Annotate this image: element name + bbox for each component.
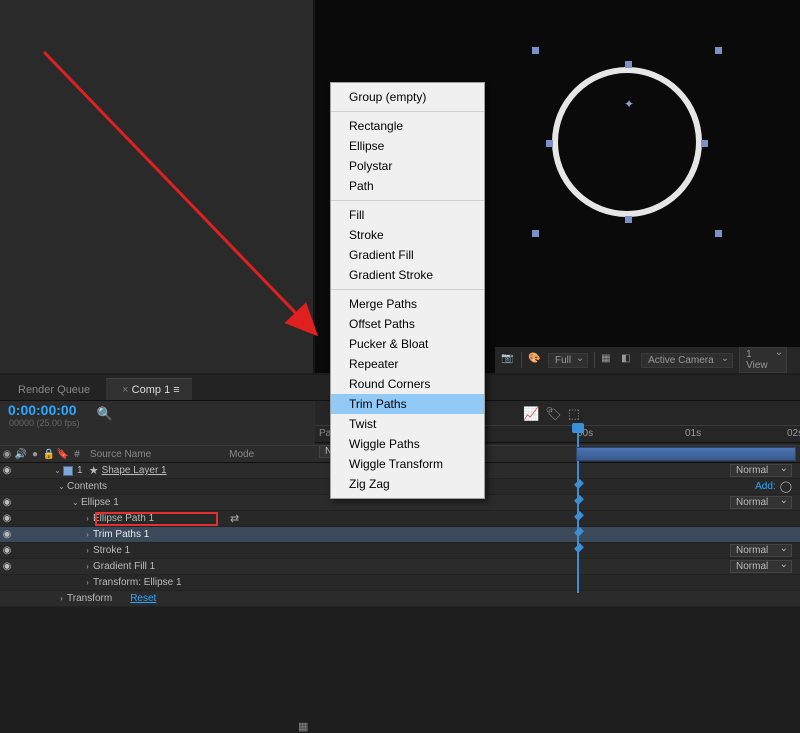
tab-render-queue[interactable]: Render Queue bbox=[6, 378, 102, 400]
layer-row-ellipse-path-1[interactable]: ◉› Ellipse Path 1 ⇄ bbox=[0, 511, 800, 527]
marker-icon[interactable]: ⬚ bbox=[568, 406, 580, 422]
audio-col-icon[interactable]: 🔊 bbox=[14, 449, 28, 460]
timecode-framerate: 00000 (25.00 fps) bbox=[0, 418, 85, 428]
menu-item-twist[interactable]: Twist bbox=[331, 414, 484, 434]
menu-item-round-corners[interactable]: Round Corners bbox=[331, 374, 484, 394]
menu-item-ellipse[interactable]: Ellipse bbox=[331, 136, 484, 156]
menu-item-gradient-fill[interactable]: Gradient Fill bbox=[331, 245, 484, 265]
grid-icon[interactable]: ▦ bbox=[601, 353, 615, 367]
layer-row-trim-paths-1[interactable]: ◉› Trim Paths 1 bbox=[0, 527, 800, 543]
menu-item-zig-zag[interactable]: Zig Zag bbox=[331, 474, 484, 494]
tab-comp-1[interactable]: × Comp 1 ≡ bbox=[106, 378, 192, 400]
menu-item-path[interactable]: Path bbox=[331, 176, 484, 196]
blend-mode-dropdown[interactable]: Normal bbox=[730, 464, 792, 477]
blend-mode-dropdown[interactable]: Normal bbox=[730, 544, 792, 557]
layer-row-gradient-fill-1[interactable]: ◉› Gradient Fill 1 Normal bbox=[0, 559, 800, 575]
draft-3d-icon[interactable]: 🏷 bbox=[545, 406, 562, 422]
graph-editor-icon[interactable]: 📈 bbox=[523, 406, 539, 422]
menu-item-merge-paths[interactable]: Merge Paths bbox=[331, 294, 484, 314]
menu-item-pucker-bloat[interactable]: Pucker & Bloat bbox=[331, 334, 484, 354]
menu-item-gradient-stroke[interactable]: Gradient Stroke bbox=[331, 265, 484, 285]
camera-dropdown[interactable]: Active Camera bbox=[641, 353, 733, 368]
add-shape-context-menu: Group (empty) Rectangle Ellipse Polystar… bbox=[330, 82, 485, 499]
color-manage-icon[interactable]: 🎨 bbox=[528, 353, 542, 367]
layer-row-transform-ellipse-1[interactable]: › Transform: Ellipse 1 bbox=[0, 575, 800, 591]
resolution-dropdown[interactable]: Full bbox=[548, 353, 588, 368]
layer-row-transform[interactable]: › Transform Reset bbox=[0, 591, 800, 607]
column-header-mode[interactable]: Mode bbox=[223, 449, 254, 460]
label-col-icon[interactable]: 🔖 bbox=[56, 449, 70, 460]
composition-panel[interactable]: ▦ bbox=[0, 0, 315, 373]
lock-col-icon[interactable]: 🔒 bbox=[42, 449, 56, 460]
layer-color-label[interactable] bbox=[63, 466, 73, 476]
menu-item-stroke[interactable]: Stroke bbox=[331, 225, 484, 245]
menu-item-group[interactable]: Group (empty) bbox=[331, 87, 484, 107]
layer-row-stroke-1[interactable]: ◉› Stroke 1 Normal bbox=[0, 543, 800, 559]
layer-track-bar[interactable] bbox=[576, 447, 796, 461]
view-count-dropdown[interactable]: 1 View bbox=[739, 347, 787, 373]
ellipse-shape[interactable]: ✦ bbox=[552, 67, 702, 217]
search-icon[interactable]: 🔍 bbox=[97, 406, 113, 422]
menu-item-rectangle[interactable]: Rectangle bbox=[331, 116, 484, 136]
path-direction-icon[interactable]: ⇄ bbox=[230, 512, 239, 525]
blend-mode-dropdown[interactable]: Normal bbox=[730, 496, 792, 509]
blend-mode-dropdown[interactable]: Normal bbox=[730, 560, 792, 573]
reset-transform-link[interactable]: Reset bbox=[130, 593, 156, 604]
current-timecode[interactable]: 0:00:00:00 bbox=[0, 400, 85, 420]
menu-item-trim-paths[interactable]: Trim Paths bbox=[331, 394, 484, 414]
anchor-point-icon[interactable]: ✦ bbox=[624, 97, 634, 111]
video-col-icon[interactable]: ◉ bbox=[0, 449, 14, 460]
menu-item-repeater[interactable]: Repeater bbox=[331, 354, 484, 374]
add-contents-button[interactable]: Add: bbox=[755, 481, 776, 492]
menu-item-wiggle-transform[interactable]: Wiggle Transform bbox=[331, 454, 484, 474]
visibility-eye-icon[interactable]: ◉ bbox=[0, 465, 14, 476]
camera-icon[interactable]: 📷 bbox=[501, 353, 515, 367]
menu-item-fill[interactable]: Fill bbox=[331, 205, 484, 225]
column-header-source-name[interactable]: Source Name bbox=[84, 449, 151, 460]
tab-close-icon[interactable]: × bbox=[122, 384, 128, 396]
add-layer-icon[interactable]: ▦ bbox=[298, 720, 308, 733]
shape-layer-icon: ★ bbox=[89, 464, 99, 477]
twirl-icon[interactable]: ⌄ bbox=[52, 466, 63, 475]
menu-item-wiggle-paths[interactable]: Wiggle Paths bbox=[331, 434, 484, 454]
preview-toolbar: 📷 🎨 Full ▦ ◧ Active Camera 1 View bbox=[495, 347, 800, 373]
menu-item-polystar[interactable]: Polystar bbox=[331, 156, 484, 176]
menu-item-offset-paths[interactable]: Offset Paths bbox=[331, 314, 484, 334]
solo-col-icon[interactable]: ● bbox=[28, 449, 42, 460]
mask-icon[interactable]: ◧ bbox=[621, 353, 635, 367]
